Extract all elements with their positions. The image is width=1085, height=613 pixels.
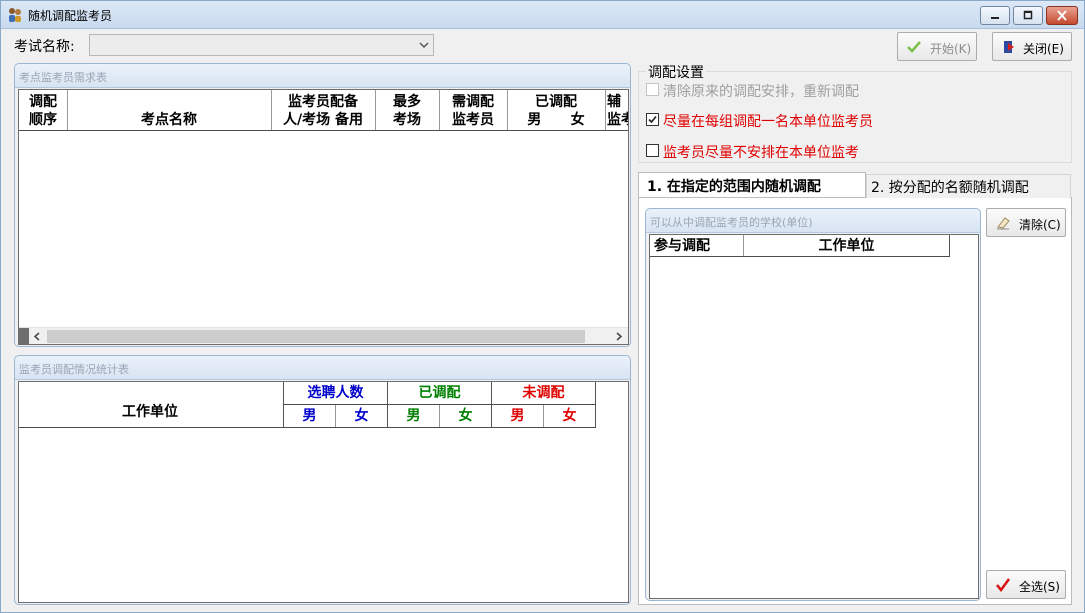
option-same-unit-label: 尽量在每组调配一名本单位监考员 xyxy=(663,114,873,130)
tab-quota-random[interactable]: 2. 按分配的名额随机调配 xyxy=(866,174,1071,199)
assigned-female: 女 xyxy=(458,408,473,424)
col-order: 调配 顺序 xyxy=(29,94,57,128)
title-bar: 随机调配监考员 xyxy=(1,1,1084,29)
window-title: 随机调配监考员 xyxy=(28,9,113,23)
stats-table-header: 监考员调配情况统计表 xyxy=(15,356,630,380)
demand-table-title: 考点监考员需求表 xyxy=(19,71,107,84)
scroll-left-icon[interactable] xyxy=(33,332,41,341)
close-window-button[interactable] xyxy=(1046,6,1078,25)
checkmark-icon xyxy=(907,41,921,53)
stats-table-title: 监考员调配情况统计表 xyxy=(19,363,129,376)
option-reset-label: 清除原来的调配安排，重新调配 xyxy=(663,84,859,100)
recruited-male: 男 xyxy=(302,408,317,424)
exam-name-select[interactable] xyxy=(89,34,434,56)
unassigned-female: 女 xyxy=(562,408,577,424)
exam-name-label: 考试名称: xyxy=(14,39,75,55)
demand-table-panel: 考点监考员需求表 调配 顺序 考点名称 监考员配备 人/考场 备用 最多 考场 需调配… xyxy=(14,63,631,347)
app-people-icon xyxy=(9,8,21,22)
minimize-icon xyxy=(991,17,999,19)
demand-table-column-header: 调配 顺序 考点名称 监考员配备 人/考场 备用 最多 考场 需调配 监考员 已调配男 … xyxy=(19,90,628,131)
demand-table-grid[interactable]: 调配 顺序 考点名称 监考员配备 人/考场 备用 最多 考场 需调配 监考员 已调配男 … xyxy=(18,89,629,345)
main-window: 随机调配监考员 考试名称: 开始(K) 关闭(E) 考点监考员需求表 调配顺序 xyxy=(0,0,1085,613)
option-same-unit-checkbox[interactable] xyxy=(646,113,659,126)
maximize-button[interactable] xyxy=(1013,6,1043,25)
scroll-right-icon[interactable] xyxy=(615,332,623,341)
tab-random-range[interactable]: 1. 在指定的范围内随机调配 xyxy=(638,172,866,197)
start-button[interactable]: 开始(K) xyxy=(897,32,977,61)
unassigned-male: 男 xyxy=(510,408,525,424)
option-reset-checkbox[interactable] xyxy=(646,83,659,96)
scrollbar-thumb[interactable] xyxy=(47,330,585,343)
col-staffing: 监考员配备 人/考场 备用 xyxy=(283,94,363,128)
option-avoid-own-unit-checkbox[interactable] xyxy=(646,144,659,157)
clear-button-label: 清除(C) xyxy=(1019,218,1061,232)
close-icon xyxy=(1057,10,1067,21)
col-need-assign: 需调配 监考员 xyxy=(452,94,494,128)
assigned-male: 男 xyxy=(406,408,421,424)
col-max-rooms: 最多 考场 xyxy=(393,94,421,128)
stats-table-grid[interactable]: 工作单位 选聘人数 已调配 未调配 男 女 男 女 男 女 xyxy=(18,381,629,603)
school-table-title: 可以从中调配监考员的学校(单位) xyxy=(650,216,813,229)
demand-table-hscrollbar[interactable] xyxy=(19,327,628,344)
close-button-label: 关闭(E) xyxy=(1023,42,1064,56)
recruited-female: 女 xyxy=(354,408,369,424)
settings-title: 调配设置 xyxy=(646,62,706,82)
tab-content: 可以从中调配监考员的学校(单位) 参与调配 工作单位 清除(C) 全选(S) xyxy=(638,198,1072,605)
clear-button[interactable]: 清除(C) xyxy=(986,208,1066,237)
col-site-name: 考点名称 xyxy=(141,112,197,128)
school-table-header: 可以从中调配监考员的学校(单位) xyxy=(646,209,980,233)
select-all-button[interactable]: 全选(S) xyxy=(986,570,1066,599)
scrollbar-left-marker xyxy=(19,328,29,344)
eraser-icon xyxy=(997,217,1010,230)
stats-table-panel: 监考员调配情况统计表 工作单位 选聘人数 已调配 未调配 男 女 男 女 男 女 xyxy=(14,355,631,605)
minimize-button[interactable] xyxy=(980,6,1010,25)
col-assistant: 辅监考 xyxy=(607,94,628,128)
group-unassigned: 未调配 xyxy=(522,385,565,401)
col-work-unit: 工作单位 xyxy=(122,404,178,420)
start-button-label: 开始(K) xyxy=(930,42,972,56)
group-recruited: 选聘人数 xyxy=(307,385,364,401)
close-button[interactable]: 关闭(E) xyxy=(992,32,1072,61)
school-table-grid[interactable]: 参与调配 工作单位 xyxy=(649,234,979,599)
option-avoid-own-unit-label: 监考员尽量不安排在本单位监考 xyxy=(663,145,859,161)
exit-door-icon xyxy=(1004,41,1014,53)
school-table-panel: 可以从中调配监考员的学校(单位) 参与调配 工作单位 xyxy=(645,208,981,601)
col-assigned: 已调配男 女 xyxy=(527,94,585,128)
checkmark-icon xyxy=(648,115,657,124)
chevron-down-icon xyxy=(419,42,429,49)
maximize-icon xyxy=(1023,10,1033,20)
group-assigned: 已调配 xyxy=(418,385,461,401)
demand-table-header: 考点监考员需求表 xyxy=(15,64,630,88)
red-checkmark-icon xyxy=(996,578,1011,593)
col-participate: 参与调配 xyxy=(654,238,710,254)
select-all-button-label: 全选(S) xyxy=(1019,580,1060,594)
col-school-unit: 工作单位 xyxy=(818,238,875,254)
